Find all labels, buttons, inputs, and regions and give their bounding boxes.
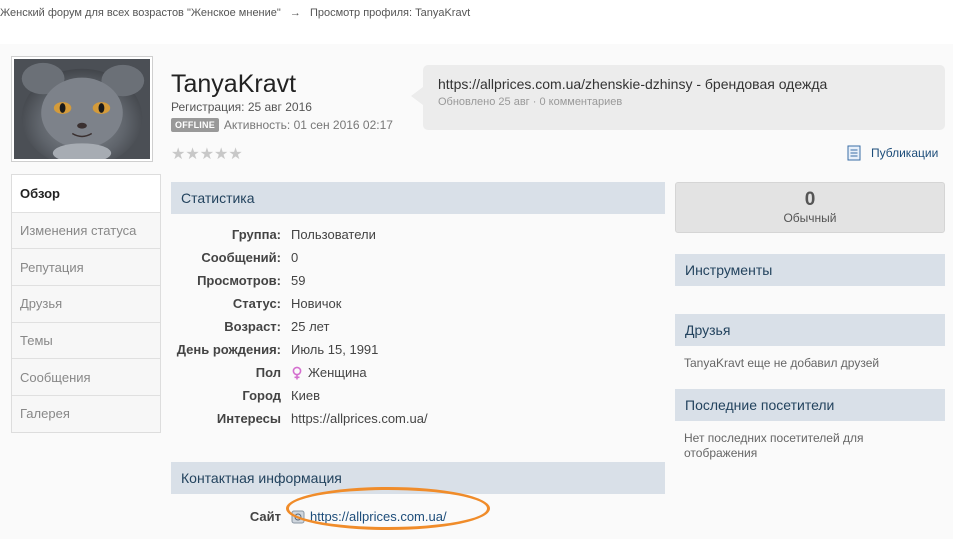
tools-section: Инструменты [675, 254, 945, 303]
stat-value: 25 лет [291, 319, 330, 334]
stat-row-gender: Пол Женщина [171, 361, 665, 384]
tab-reputation[interactable]: Репутация [12, 248, 160, 286]
breadcrumb-current: Просмотр профиля: TanyaKravt [309, 7, 471, 19]
highlight-annotation [286, 487, 490, 530]
stat-value: 59 [291, 273, 306, 288]
statistics-body: Группа: Пользователи Сообщений: 0 Просмо… [171, 214, 665, 484]
friends-header: Друзья [675, 314, 945, 346]
gender-text: Женщина [308, 365, 367, 380]
status-update-bubble: https://allprices.com.ua/zhenskie-dzhins… [411, 65, 945, 130]
publications-label: Публикации [871, 146, 939, 160]
cat-avatar-image [14, 59, 150, 159]
stat-key: День рождения: [176, 342, 281, 357]
stat-value-gender: Женщина [291, 365, 367, 380]
contact-key: Сайт [249, 509, 281, 524]
stat-row-views: Просмотров: 59 [171, 269, 665, 292]
visitors-text: Нет последних посетителей для отображени… [684, 431, 864, 460]
document-icon [847, 145, 861, 161]
stat-row-birthday: День рождения: Июль 15, 1991 [171, 338, 665, 361]
stat-key: Пол [255, 365, 281, 380]
tab-friends[interactable]: Друзья [12, 285, 160, 322]
friends-section: Друзья TanyaKravt еще не добавил друзей [675, 314, 945, 381]
stat-key: Статус: [232, 296, 281, 311]
stat-row-interests: Интересы https://allprices.com.ua/ [171, 407, 665, 430]
tab-status-changes[interactable]: Изменения статуса [12, 211, 160, 249]
tools-header[interactable]: Инструменты [675, 254, 945, 286]
stat-row-group: Группа: Пользователи [171, 223, 665, 246]
female-icon [292, 366, 302, 379]
stat-key: Интересы [216, 411, 281, 426]
statistics-header: Статистика [171, 182, 665, 214]
status-update-meta[interactable]: Обновлено 25 авг · 0 комментариев [438, 96, 930, 108]
profile-tabs: Обзор Изменения статуса Репутация Друзья… [11, 174, 161, 433]
stat-value: Пользователи [291, 227, 376, 242]
stat-value: https://allprices.com.ua/ [291, 411, 428, 426]
last-activity: Активность: 01 сен 2016 02:17 [223, 118, 393, 132]
status-update-text[interactable]: https://allprices.com.ua/zhenskie-dzhins… [438, 76, 930, 92]
stat-row-age: Возраст: 25 лет [171, 315, 665, 338]
contact-section: Контактная информация Сайт https://allpr… [171, 462, 665, 539]
stat-value: Новичок [291, 296, 342, 311]
tab-topics[interactable]: Темы [12, 321, 160, 359]
breadcrumb: Женский форум для всех возрастов "Женско… [0, 7, 470, 19]
tools-body [675, 286, 945, 303]
tab-gallery[interactable]: Галерея [12, 395, 160, 432]
breadcrumb-forum-link[interactable]: Женский форум для всех возрастов "Женско… [0, 7, 281, 19]
tab-overview[interactable]: Обзор [12, 175, 160, 212]
stat-value: 0 [291, 250, 299, 265]
offline-badge: OFFLINE [171, 118, 219, 132]
profile-username: TanyaKravt [171, 70, 297, 98]
reputation-value: 0 [804, 189, 816, 210]
stat-value: Киев [291, 388, 320, 403]
stat-value: Июль 15, 1991 [291, 342, 379, 357]
stat-key: Просмотров: [197, 273, 281, 288]
tab-posts[interactable]: Сообщения [12, 358, 160, 396]
stat-row-city: Город Киев [171, 384, 665, 407]
visitors-header: Последние посетители [675, 389, 945, 421]
breadcrumb-separator: → [289, 7, 301, 19]
stat-row-posts: Сообщений: 0 [171, 246, 665, 269]
stat-key: Группа: [231, 227, 281, 242]
contact-body: Сайт https://allprices.com.ua/ [171, 487, 665, 539]
rating-stars[interactable]: ★★★★★ [171, 144, 243, 164]
visitors-section: Последние посетители Нет последних посет… [675, 389, 945, 471]
stat-key: Возраст: [224, 319, 281, 334]
statistics-section: Статистика Группа: Пользователи Сообщени… [171, 182, 665, 484]
stat-row-status: Статус: Новичок [171, 292, 665, 315]
activity-line: OFFLINE Активность: 01 сен 2016 02:17 [171, 118, 393, 132]
stat-key: Город [242, 388, 281, 403]
registration-date: Регистрация: 25 авг 2016 [171, 100, 312, 114]
reputation-box: 0 Обычный [675, 182, 945, 233]
reputation-label: Обычный [783, 211, 837, 225]
friends-text: TanyaKravt еще не добавил друзей [684, 356, 880, 370]
publications-link[interactable]: Публикации [847, 145, 938, 161]
stat-key: Сообщений: [201, 250, 281, 265]
avatar[interactable] [11, 56, 153, 162]
